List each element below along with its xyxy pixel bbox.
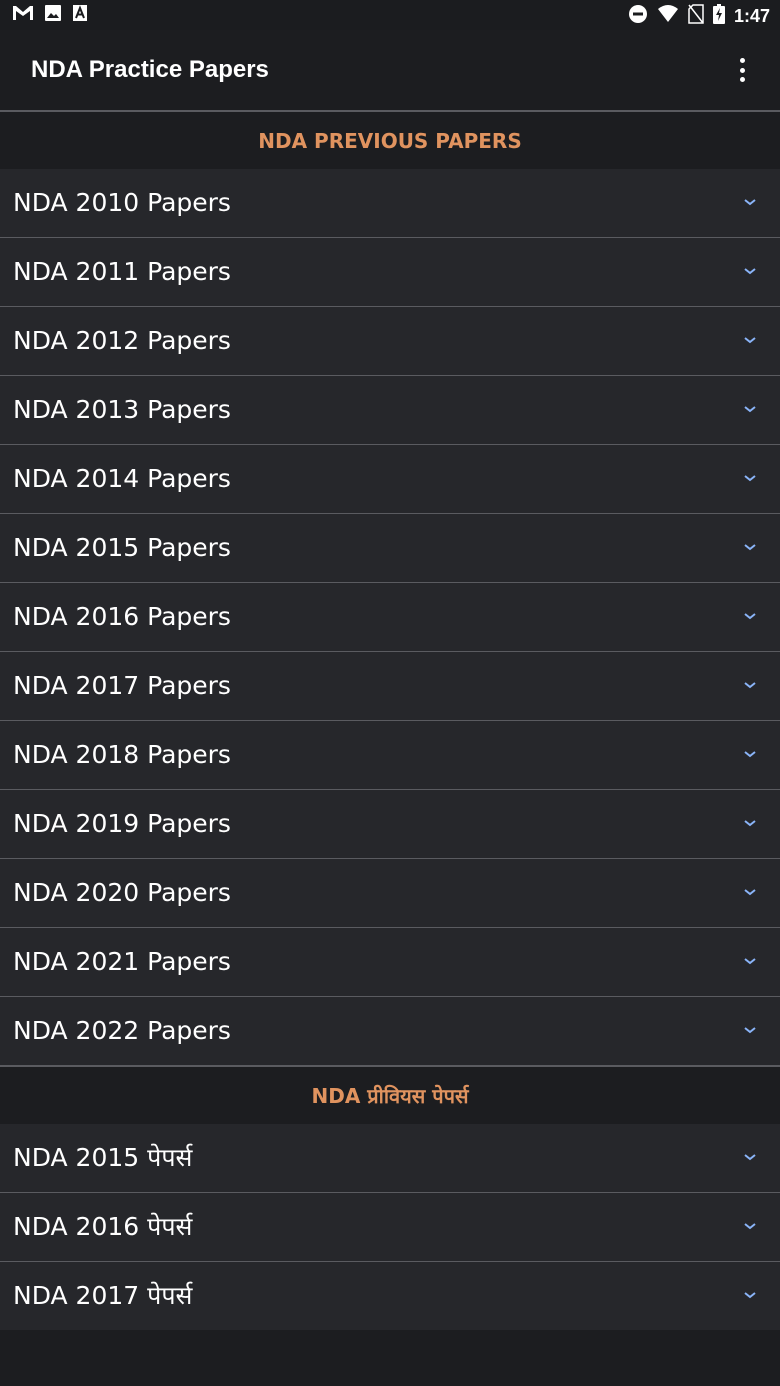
list-item-nda-2014[interactable]: NDA 2014 Papers: [0, 445, 780, 515]
list-item-label: NDA 2015 Papers: [13, 533, 231, 562]
list-item-label: NDA 2013 Papers: [13, 395, 231, 424]
image-icon: [44, 4, 62, 27]
chevron-down-icon: [744, 1223, 756, 1230]
status-bar: 1:47: [0, 0, 780, 30]
chevron-down-icon: [744, 475, 756, 482]
chevron-down-icon: [744, 544, 756, 551]
list-item-label: NDA 2016 Papers: [13, 602, 231, 631]
chevron-down-icon: [744, 889, 756, 896]
list-item-nda-2016[interactable]: NDA 2016 Papers: [0, 583, 780, 653]
list-item-nda-2015[interactable]: NDA 2015 Papers: [0, 514, 780, 584]
list-item-nda-2017[interactable]: NDA 2017 Papers: [0, 652, 780, 722]
app-bar: NDA Practice Papers: [0, 30, 780, 112]
list-item-label: NDA 2017 Papers: [13, 671, 231, 700]
gmail-icon: [12, 4, 34, 27]
chevron-down-icon: [744, 958, 756, 965]
list-item-label: NDA 2020 Papers: [13, 878, 231, 907]
chevron-down-icon: [744, 199, 756, 206]
list-item-nda-2017-hindi[interactable]: NDA 2017 पेपर्स: [0, 1262, 780, 1330]
more-vert-icon[interactable]: [728, 56, 756, 84]
chevron-down-icon: [744, 820, 756, 827]
section-header-english: NDA PREVIOUS PAPERS: [0, 112, 780, 169]
list-item-label: NDA 2016 पेपर्स: [13, 1212, 193, 1241]
chevron-down-icon: [744, 1292, 756, 1299]
list-item-label: NDA 2011 Papers: [13, 257, 231, 286]
wifi-icon: [657, 5, 679, 28]
section-header-hindi: NDA प्रीवियस पेपर्स: [0, 1067, 780, 1124]
chevron-down-icon: [744, 751, 756, 758]
chevron-down-icon: [744, 613, 756, 620]
list-item-nda-2022[interactable]: NDA 2022 Papers: [0, 997, 780, 1067]
list-item-label: NDA 2021 Papers: [13, 947, 231, 976]
chevron-down-icon: [744, 406, 756, 413]
chevron-down-icon: [744, 337, 756, 344]
list-item-label: NDA 2015 पेपर्स: [13, 1143, 193, 1172]
list-item-label: NDA 2010 Papers: [13, 188, 231, 217]
chevron-down-icon: [744, 1027, 756, 1034]
no-sim-icon: [688, 4, 704, 29]
list-item-nda-2012[interactable]: NDA 2012 Papers: [0, 307, 780, 377]
list-item-label: NDA 2019 Papers: [13, 809, 231, 838]
list-item-nda-2020[interactable]: NDA 2020 Papers: [0, 859, 780, 929]
status-bar-system: 1:47: [628, 4, 770, 29]
app-a-icon: [72, 4, 88, 27]
status-time: 1:47: [733, 6, 770, 26]
list-item-label: NDA 2022 Papers: [13, 1016, 231, 1045]
list-item-nda-2019[interactable]: NDA 2019 Papers: [0, 790, 780, 860]
chevron-down-icon: [744, 1154, 756, 1161]
list-item-nda-2013[interactable]: NDA 2013 Papers: [0, 376, 780, 446]
status-bar-notifications: [12, 4, 88, 27]
list-item-nda-2015-hindi[interactable]: NDA 2015 पेपर्स: [0, 1124, 780, 1194]
battery-charging-icon: [712, 4, 725, 29]
list-item-nda-2016-hindi[interactable]: NDA 2016 पेपर्स: [0, 1193, 780, 1263]
chevron-down-icon: [744, 682, 756, 689]
app-title: NDA Practice Papers: [31, 56, 269, 83]
list-item-nda-2018[interactable]: NDA 2018 Papers: [0, 721, 780, 791]
list-item-label: NDA 2014 Papers: [13, 464, 231, 493]
list-item-nda-2010[interactable]: NDA 2010 Papers: [0, 169, 780, 239]
list-item-nda-2011[interactable]: NDA 2011 Papers: [0, 238, 780, 308]
list-item-label: NDA 2017 पेपर्स: [13, 1281, 193, 1310]
list-item-nda-2021[interactable]: NDA 2021 Papers: [0, 928, 780, 998]
list-item-label: NDA 2012 Papers: [13, 326, 231, 355]
do-not-disturb-icon: [628, 4, 648, 29]
list-item-label: NDA 2018 Papers: [13, 740, 231, 769]
chevron-down-icon: [744, 268, 756, 275]
